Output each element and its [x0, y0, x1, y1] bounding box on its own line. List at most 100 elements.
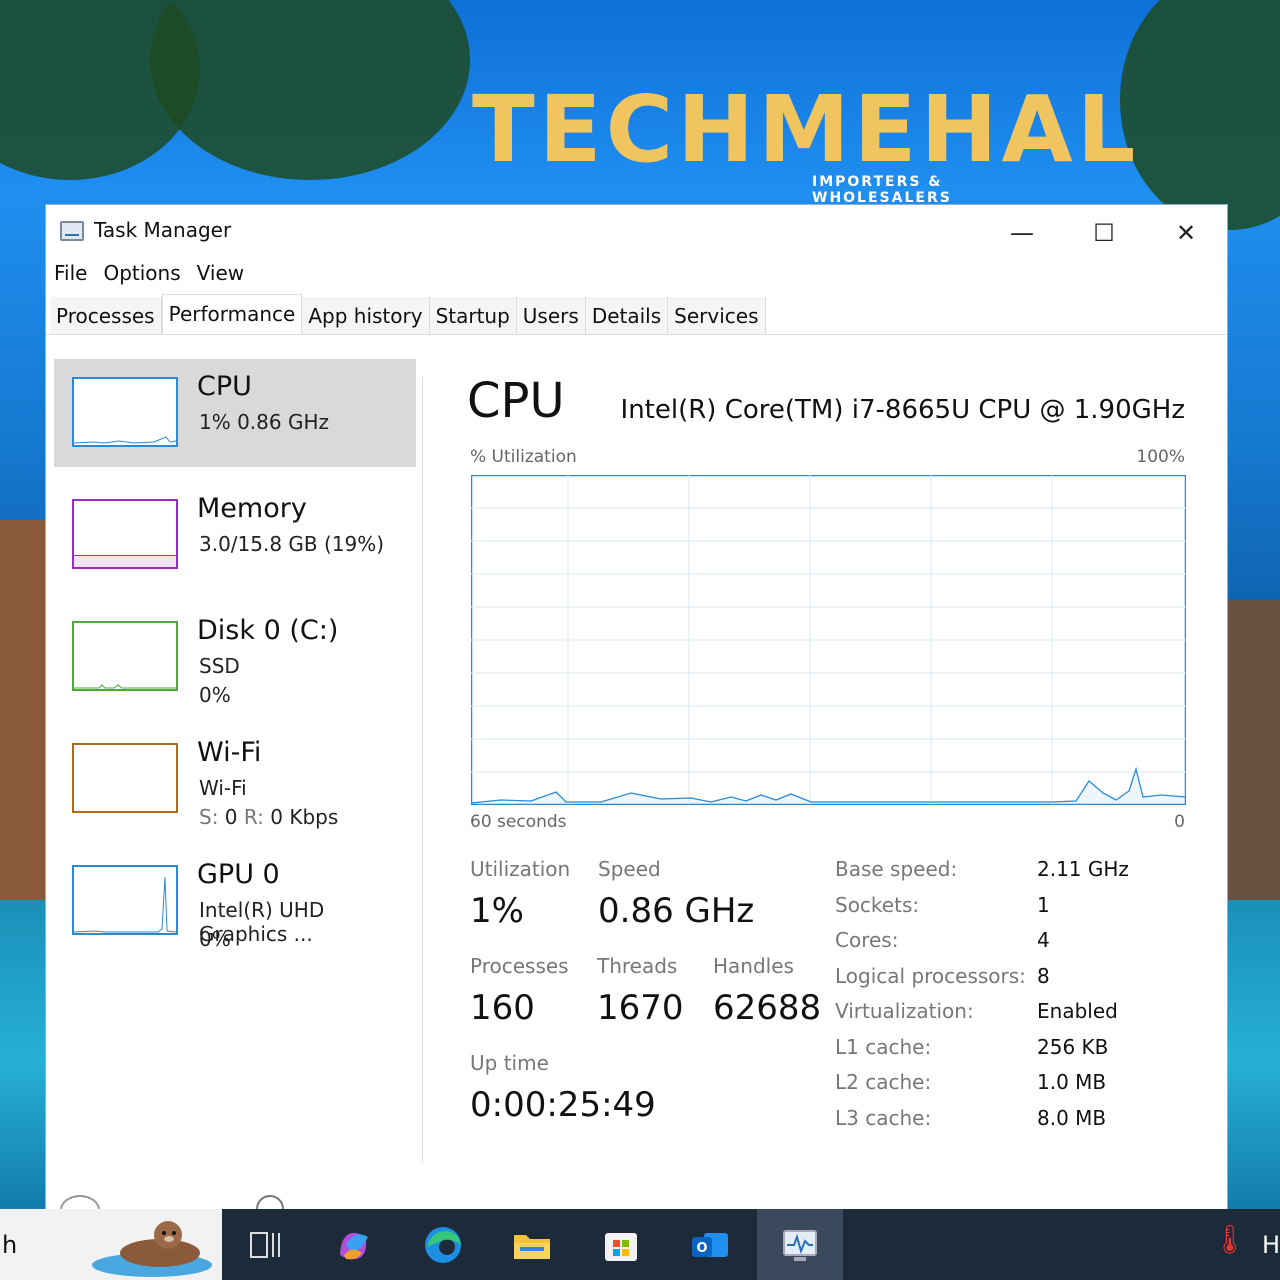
tab-users[interactable]: Users — [516, 297, 586, 335]
sockets-value: 1 — [1037, 893, 1050, 917]
microsoft-store-icon[interactable] — [599, 1223, 643, 1267]
sidebar-item-disk[interactable]: Disk 0 (C:) SSD 0% — [54, 603, 416, 711]
building-right — [1228, 600, 1280, 900]
search-text: h — [2, 1231, 18, 1259]
sidebar-item-cpu[interactable]: CPU 1% 0.86 GHz — [54, 359, 416, 467]
receive-value: 0 Kbps — [270, 805, 339, 829]
l2-cache-value: 1.0 MB — [1037, 1070, 1107, 1094]
speed-label: Speed — [598, 857, 661, 881]
techmehal-logo: TECHMEHAL IMPORTERS & WHOLESALERS — [452, 60, 1135, 206]
tab-strip: Processes Performance App history Startu… — [50, 294, 766, 335]
task-view-icon[interactable] — [243, 1223, 287, 1267]
taskbar-search-box[interactable]: h — [0, 1209, 222, 1280]
l1-cache-value: 256 KB — [1037, 1035, 1109, 1059]
gpu-thumbnail-graph — [72, 865, 178, 935]
maximize-button[interactable]: ☐ — [1074, 213, 1134, 253]
tab-app-history[interactable]: App history — [302, 297, 430, 335]
logical-processors-value: 8 — [1037, 964, 1050, 988]
base-speed-value: 2.11 GHz — [1037, 857, 1129, 881]
close-button[interactable]: ✕ — [1156, 213, 1216, 253]
cpu-thumbnail-graph — [72, 377, 178, 447]
sidebar-item-memory[interactable]: Memory 3.0/15.8 GB (19%) — [54, 481, 416, 589]
logical-processors-label: Logical processors: — [835, 964, 1026, 988]
graph-label-utilization: % Utilization — [470, 447, 577, 467]
building-left — [0, 520, 45, 900]
menu-bar: File Options View — [54, 261, 244, 291]
task-manager-icon — [60, 221, 84, 241]
sidebar-gpu-model: Intel(R) UHD Graphics ... — [199, 898, 325, 946]
sidebar-disk-type: SSD — [199, 654, 240, 678]
palm-leaves-right — [1120, 0, 1280, 230]
window-title: Task Manager — [94, 218, 232, 242]
otter-illustration-icon — [92, 1221, 212, 1277]
svg-text:O: O — [696, 1241, 707, 1256]
sidebar-wifi-throughput: S: 0 R: 0 Kbps — [199, 805, 338, 829]
taskbar: h O 🌡 H — [0, 1209, 1280, 1280]
menu-view[interactable]: View — [197, 261, 244, 291]
minimize-button[interactable]: — — [992, 213, 1052, 253]
tab-performance[interactable]: Performance — [161, 294, 303, 334]
cpu-model: Intel(R) Core(TM) i7-8665U CPU @ 1.90GHz — [620, 395, 1185, 425]
task-manager-taskbar-icon — [783, 1230, 817, 1261]
logo-subtitle: IMPORTERS & WHOLESALERS — [812, 174, 952, 206]
handles-label: Handles — [713, 954, 794, 978]
resource-monitor-icon[interactable] — [256, 1195, 284, 1209]
tab-processes[interactable]: Processes — [50, 297, 162, 335]
memory-thumbnail-graph — [72, 499, 178, 569]
title-bar[interactable]: Task Manager — ☐ ✕ — [46, 205, 1227, 257]
task-manager-taskbar-button[interactable] — [757, 1209, 843, 1280]
virtualization-label: Virtualization: — [835, 999, 974, 1023]
l2-cache-label: L2 cache: — [835, 1070, 932, 1094]
cpu-utilization-graph — [470, 474, 1187, 806]
uptime-label: Up time — [470, 1051, 549, 1075]
disk-thumbnail-graph — [72, 621, 178, 691]
tab-divider — [46, 334, 1227, 335]
utilization-label: Utilization — [470, 857, 571, 881]
graph-timespan: 60 seconds — [470, 812, 567, 832]
base-speed-label: Base speed: — [835, 857, 958, 881]
file-explorer-icon[interactable] — [510, 1223, 554, 1267]
menu-options[interactable]: Options — [103, 261, 180, 291]
outlook-icon[interactable]: O — [688, 1223, 732, 1267]
sidebar-cpu-name: CPU — [197, 371, 252, 402]
sidebar-item-gpu[interactable]: GPU 0 Intel(R) UHD Graphics ... 0% — [54, 847, 416, 955]
send-value: 0 — [224, 805, 238, 829]
cores-label: Cores: — [835, 928, 899, 952]
panel-divider — [422, 377, 423, 1163]
task-manager-window: Task Manager — ☐ ✕ File Options View Pro… — [45, 204, 1228, 1210]
sidebar-gpu-usage: 0% — [199, 927, 231, 951]
threads-value: 1670 — [597, 988, 684, 1028]
tab-startup[interactable]: Startup — [429, 297, 517, 335]
sidebar-disk-usage: 0% — [199, 683, 231, 707]
menu-file[interactable]: File — [54, 261, 87, 291]
receive-label: R: — [243, 805, 264, 829]
logo-text: TECHMEHAL — [472, 76, 1140, 183]
send-label: S: — [199, 805, 219, 829]
tray-text: H — [1262, 1231, 1280, 1259]
weather-temperature-icon[interactable]: 🌡 — [1212, 1223, 1248, 1256]
sidebar-disk-name: Disk 0 (C:) — [197, 615, 339, 646]
sidebar-memory-usage: 3.0/15.8 GB (19%) — [199, 532, 385, 556]
wifi-thumbnail-graph — [72, 743, 178, 813]
uptime-value: 0:00:25:49 — [470, 1085, 656, 1125]
l3-cache-value: 8.0 MB — [1037, 1106, 1107, 1130]
sidebar-memory-name: Memory — [197, 493, 307, 524]
tab-services[interactable]: Services — [668, 297, 766, 335]
sidebar-item-wifi[interactable]: Wi-Fi Wi-Fi S: 0 R: 0 Kbps — [54, 725, 416, 833]
palm-leaves-top — [150, 0, 470, 180]
edge-browser-icon[interactable] — [421, 1223, 465, 1267]
cores-value: 4 — [1037, 928, 1050, 952]
fewer-details-chevron-icon[interactable] — [60, 1195, 100, 1209]
sidebar-cpu-usage: 1% 0.86 GHz — [199, 410, 330, 434]
utilization-value: 1% — [470, 891, 524, 931]
copilot-icon[interactable] — [332, 1223, 376, 1267]
graph-timespan-end: 0 — [1174, 812, 1185, 832]
processes-label: Processes — [470, 954, 569, 978]
cpu-heading: CPU — [467, 373, 565, 429]
sidebar-wifi-adapter: Wi-Fi — [199, 776, 247, 800]
handles-value: 62688 — [713, 988, 822, 1028]
graph-label-max: 100% — [1136, 447, 1185, 467]
tab-details[interactable]: Details — [585, 297, 669, 335]
resource-sidebar: CPU 1% 0.86 GHz Memory 3.0/15.8 GB (19%)… — [54, 359, 416, 969]
sidebar-wifi-name: Wi-Fi — [197, 737, 262, 768]
